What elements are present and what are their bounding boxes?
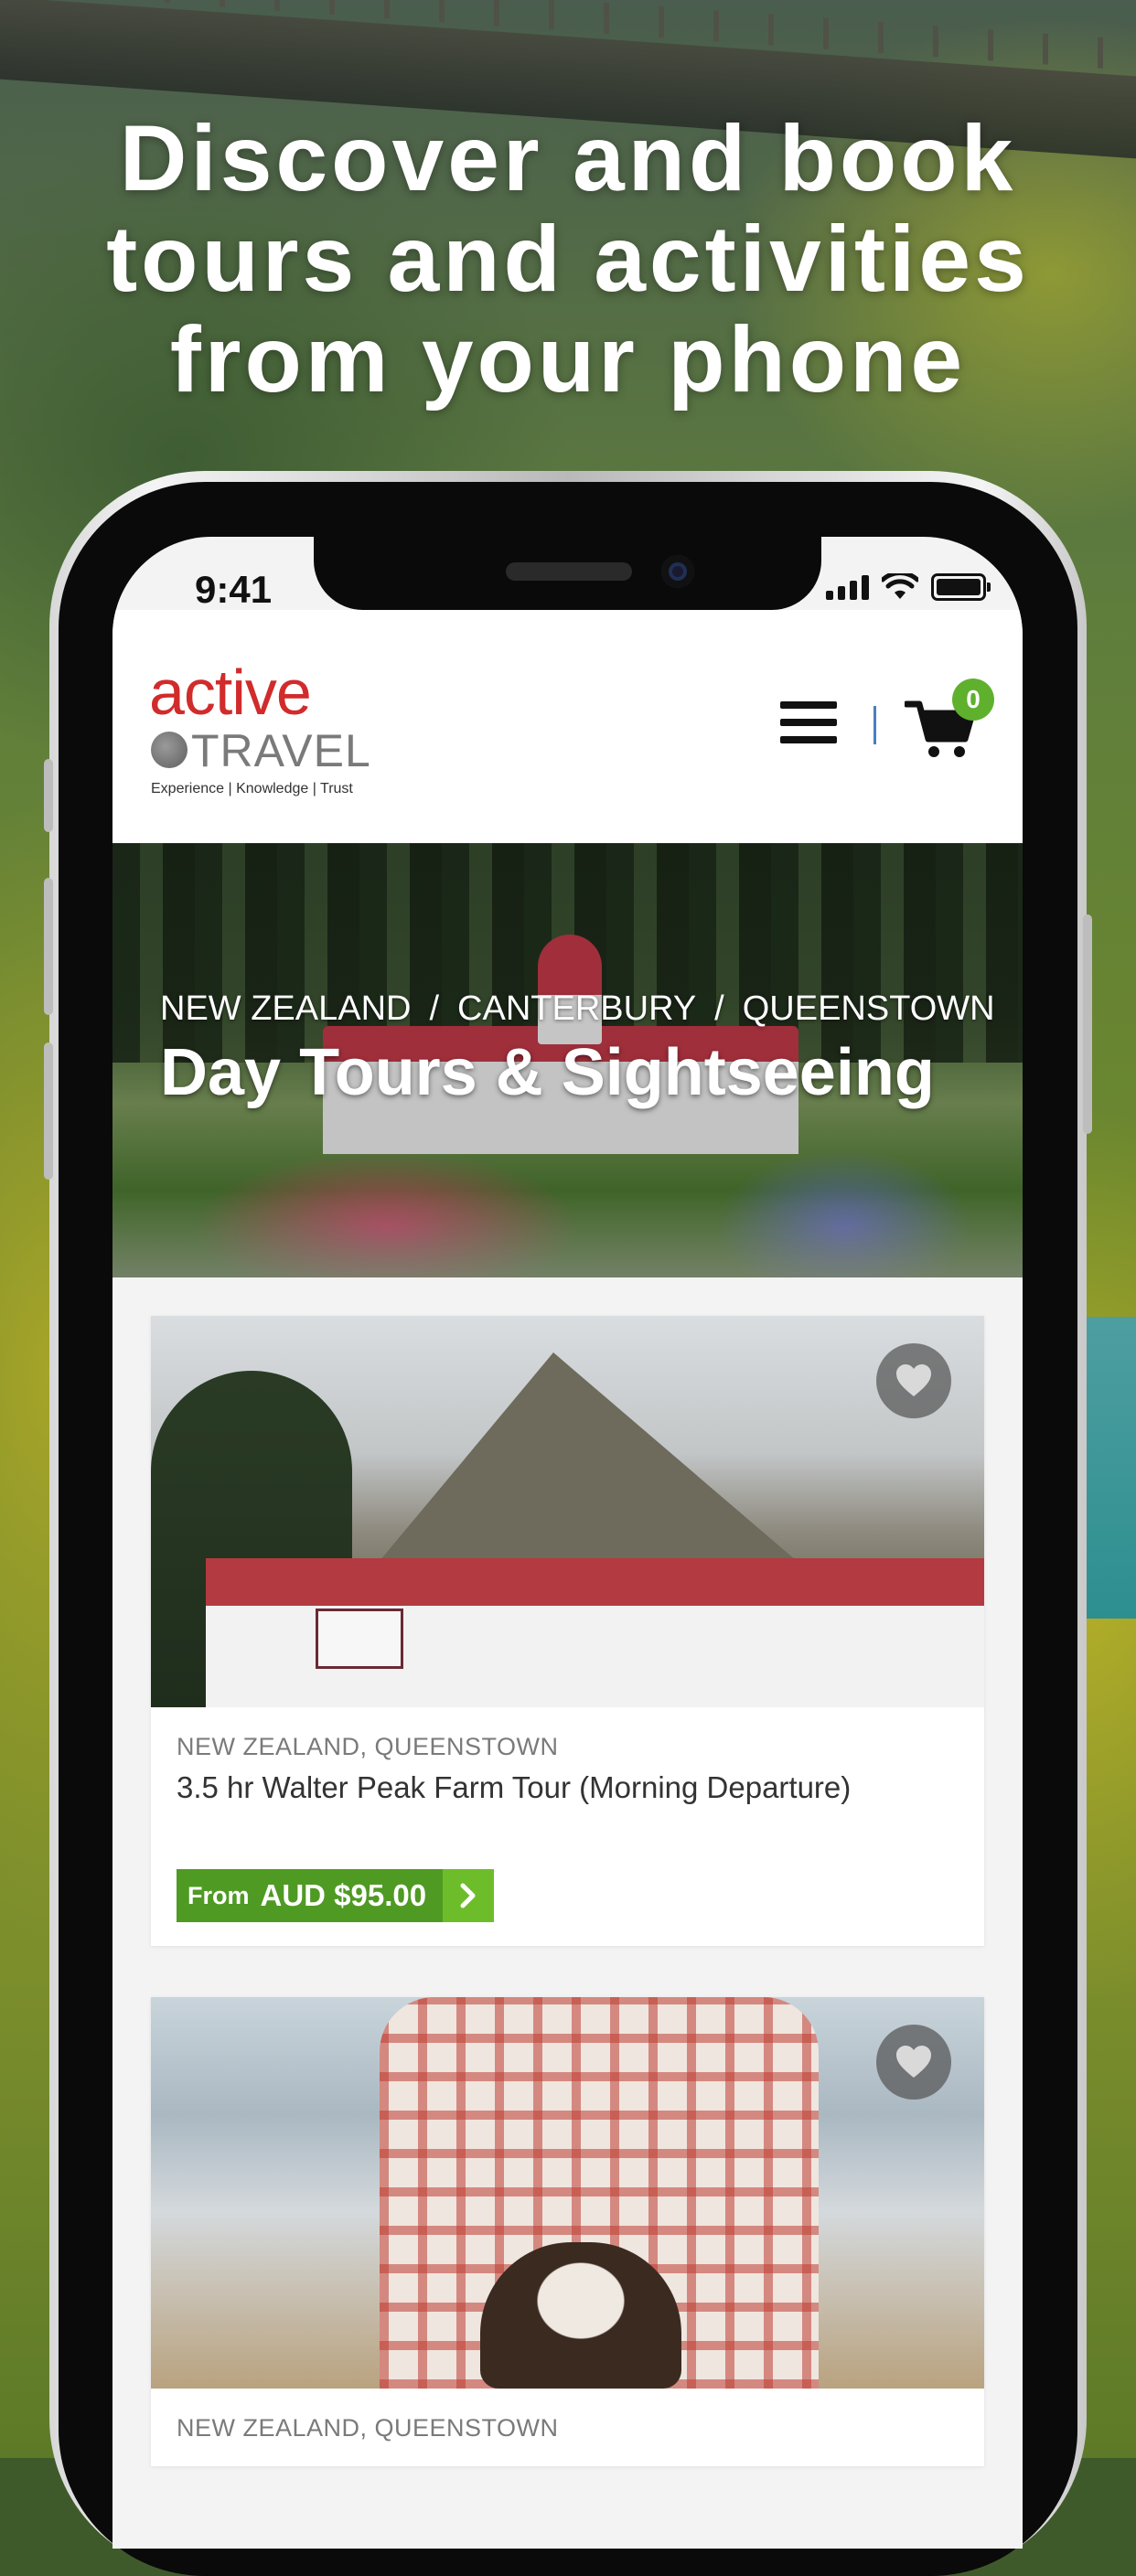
phone-power-button xyxy=(1083,914,1092,1134)
image-barn-sign xyxy=(316,1609,403,1669)
status-time: 9:41 xyxy=(195,568,273,611)
hamburger-menu-icon[interactable] xyxy=(780,701,837,747)
listing-body: NEW ZEALAND, QUEENSTOWN 3.5 hr Walter Pe… xyxy=(151,1707,984,1946)
cart-count-badge: 0 xyxy=(952,679,994,721)
notch-speaker xyxy=(506,562,632,581)
listing-title[interactable]: 3.5 hr Walter Peak Farm Tour (Morning De… xyxy=(177,1770,959,1805)
page-title: Day Tours & Sightseeing xyxy=(160,1036,935,1109)
listing-body: NEW ZEALAND, QUEENSTOWN xyxy=(151,2389,984,2466)
heart-icon xyxy=(896,2046,931,2078)
phone-volume-up xyxy=(44,878,53,1015)
logo-active-text: active xyxy=(149,657,312,728)
headline-line-1: Discover and book xyxy=(119,106,1017,210)
phone-screen: 9:41 active TRAVEL Experience | Knowledg… xyxy=(113,537,1023,2549)
phone-notch xyxy=(314,537,821,610)
chevron-right-icon xyxy=(443,1869,495,1922)
globe-icon xyxy=(151,732,188,768)
logo-tagline: Experience | Knowledge | Trust xyxy=(151,781,353,796)
battery-icon xyxy=(931,573,991,601)
listing-location: NEW ZEALAND, QUEENSTOWN xyxy=(177,2414,559,2442)
listing-card[interactable]: NEW ZEALAND, QUEENSTOWN 3.5 hr Walter Pe… xyxy=(151,1316,984,1946)
phone-mute-switch xyxy=(44,759,53,832)
headline-line-3: from your phone xyxy=(169,307,967,412)
price-value: AUD $95.00 xyxy=(260,1878,427,1912)
breadcrumb: NEW ZEALAND / CANTERBURY / QUEENSTOWN xyxy=(160,989,995,1029)
price-prefix: From xyxy=(188,1881,250,1909)
background-water xyxy=(1081,1317,1136,1619)
listing-image[interactable] xyxy=(151,1997,984,2389)
hero-banner: NEW ZEALAND / CANTERBURY / QUEENSTOWN Day To… xyxy=(113,843,1023,1277)
phone-volume-down xyxy=(44,1042,53,1180)
listing-location: NEW ZEALAND, QUEENSTOWN xyxy=(177,1733,559,1760)
price-button[interactable]: From AUD $95.00 xyxy=(177,1869,495,1922)
notch-camera xyxy=(661,555,694,588)
price-label: From AUD $95.00 xyxy=(177,1869,444,1922)
wifi-icon xyxy=(882,573,918,599)
favorite-button[interactable] xyxy=(876,1343,951,1418)
logo-travel-text: TRAVEL xyxy=(191,725,371,776)
header-divider xyxy=(873,706,876,744)
breadcrumb-separator: / xyxy=(429,989,440,1028)
app-header: active TRAVEL Experience | Knowledge | T… xyxy=(113,610,1023,843)
favorite-button[interactable] xyxy=(876,2025,951,2100)
breadcrumb-item-canterbury[interactable]: CANTERBURY xyxy=(457,989,696,1028)
promo-headline: Discover and book tours and activities f… xyxy=(0,108,1136,410)
heart-icon xyxy=(896,1364,931,1396)
breadcrumb-item-new-zealand[interactable]: NEW ZEALAND xyxy=(160,989,411,1028)
listing-card[interactable]: NEW ZEALAND, QUEENSTOWN xyxy=(151,1997,984,2466)
listing-image[interactable] xyxy=(151,1316,984,1707)
breadcrumb-separator: / xyxy=(714,989,724,1028)
breadcrumb-item-queenstown[interactable]: QUEENSTOWN xyxy=(743,989,995,1028)
headline-line-2: tours and activities xyxy=(106,207,1030,311)
cellular-signal-icon xyxy=(826,574,869,600)
status-icons xyxy=(826,573,991,601)
